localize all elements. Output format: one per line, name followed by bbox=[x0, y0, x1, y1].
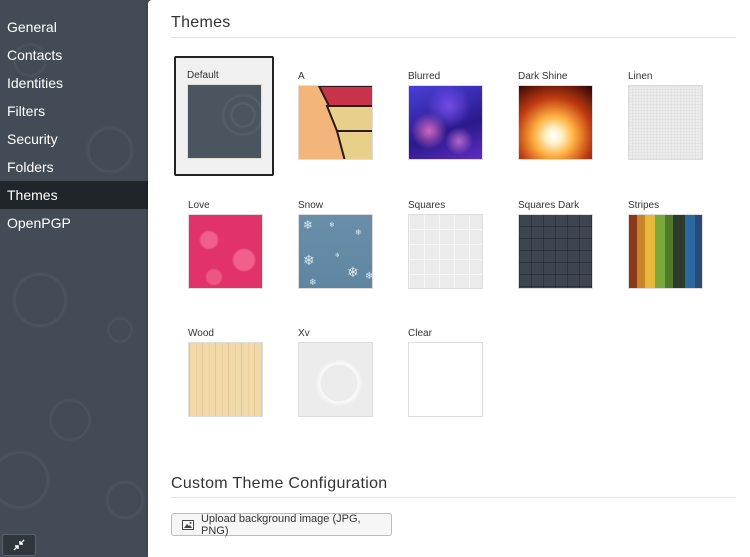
svg-text:❄: ❄ bbox=[303, 218, 313, 232]
svg-text:❄: ❄ bbox=[355, 228, 362, 237]
theme-label: Blurred bbox=[408, 71, 441, 82]
theme-thumbnail bbox=[188, 214, 263, 289]
theme-label: Dark Shine bbox=[518, 71, 568, 82]
theme-label: Squares bbox=[408, 200, 446, 211]
theme-label: Default bbox=[187, 70, 219, 81]
theme-dark-shine[interactable]: Dark Shine bbox=[505, 57, 605, 177]
theme-xv[interactable]: Xv bbox=[285, 314, 385, 434]
divider bbox=[171, 37, 736, 38]
theme-thumbnail bbox=[518, 214, 593, 289]
sidebar-item-filters[interactable]: Filters bbox=[0, 97, 148, 125]
theme-thumbnail bbox=[408, 85, 483, 160]
collapse-sidebar-button[interactable] bbox=[2, 534, 36, 556]
theme-thumbnail bbox=[628, 85, 703, 160]
sidebar-item-security[interactable]: Security bbox=[0, 125, 148, 153]
theme-stripes[interactable]: Stripes bbox=[615, 186, 715, 306]
theme-label: Wood bbox=[188, 328, 214, 339]
theme-label: Love bbox=[188, 200, 210, 211]
theme-clear[interactable]: Clear bbox=[395, 314, 495, 434]
divider bbox=[171, 497, 736, 498]
theme-wood[interactable]: Wood bbox=[175, 314, 275, 434]
sidebar: General Contacts Identities Filters Secu… bbox=[0, 0, 148, 557]
theme-thumbnail bbox=[298, 342, 373, 417]
sidebar-item-openpgp[interactable]: OpenPGP bbox=[0, 209, 148, 237]
svg-text:❄: ❄ bbox=[347, 265, 359, 281]
theme-thumbnail bbox=[188, 342, 263, 417]
theme-thumbnail: ❄ ❄ ❄ ❄ ❄ ❄ ❄ ❄ bbox=[298, 214, 373, 289]
theme-thumbnail bbox=[518, 85, 593, 160]
theme-label: A bbox=[298, 71, 305, 82]
theme-label: Snow bbox=[298, 200, 324, 211]
upload-background-button[interactable]: Upload background image (JPG, PNG) bbox=[171, 512, 392, 537]
theme-thumbnail bbox=[628, 214, 703, 289]
sidebar-item-contacts[interactable]: Contacts bbox=[0, 41, 148, 69]
theme-label: Xv bbox=[298, 328, 310, 339]
theme-blurred[interactable]: Blurred bbox=[395, 57, 495, 177]
collapse-arrows-icon bbox=[13, 539, 25, 551]
theme-label: Stripes bbox=[628, 200, 660, 211]
theme-linen[interactable]: Linen bbox=[615, 57, 715, 177]
svg-text:❄: ❄ bbox=[335, 252, 340, 259]
theme-default[interactable]: Default bbox=[174, 56, 274, 176]
custom-theme-section-title: Custom Theme Configuration bbox=[171, 475, 388, 492]
svg-text:❄: ❄ bbox=[309, 278, 317, 288]
sidebar-item-themes[interactable]: Themes bbox=[0, 181, 148, 209]
svg-text:❄: ❄ bbox=[329, 221, 335, 229]
svg-text:❄: ❄ bbox=[365, 271, 373, 282]
sidebar-item-general[interactable]: General bbox=[0, 13, 148, 41]
svg-text:❄: ❄ bbox=[303, 253, 315, 269]
theme-squares[interactable]: Squares bbox=[395, 186, 495, 306]
theme-snow[interactable]: Snow ❄ ❄ ❄ ❄ ❄ ❄ ❄ ❄ bbox=[285, 186, 385, 306]
theme-thumbnail bbox=[408, 214, 483, 289]
theme-thumbnail bbox=[298, 85, 373, 160]
theme-thumbnail bbox=[187, 84, 262, 159]
theme-a[interactable]: A bbox=[285, 57, 385, 177]
sidebar-item-identities[interactable]: Identities bbox=[0, 69, 148, 97]
theme-label: Clear bbox=[408, 328, 432, 339]
theme-thumbnail bbox=[408, 342, 483, 417]
upload-button-label: Upload background image (JPG, PNG) bbox=[200, 512, 361, 537]
theme-label: Linen bbox=[628, 71, 653, 82]
image-icon bbox=[182, 519, 194, 530]
settings-panel: Themes Default A Blurred Dark Shine Line… bbox=[148, 0, 750, 557]
theme-love[interactable]: Love bbox=[175, 186, 275, 306]
sidebar-item-folders[interactable]: Folders bbox=[0, 153, 148, 181]
settings-nav: General Contacts Identities Filters Secu… bbox=[0, 0, 148, 237]
theme-squares-dark[interactable]: Squares Dark bbox=[505, 186, 605, 306]
theme-label: Squares Dark bbox=[518, 200, 580, 211]
themes-section-title: Themes bbox=[171, 14, 231, 31]
